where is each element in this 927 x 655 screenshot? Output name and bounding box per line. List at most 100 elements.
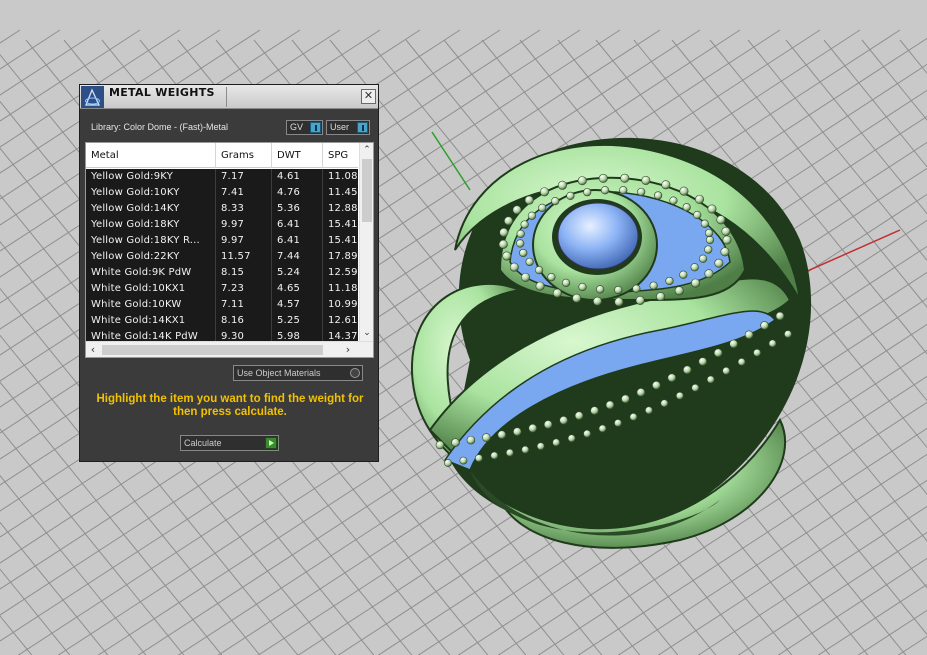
cell-dwt: 5.36 — [272, 201, 323, 217]
cell-spg: 11.08 — [323, 169, 363, 185]
cell-dwt: 5.24 — [272, 265, 323, 281]
pave-bead — [552, 288, 562, 298]
cell-metal: Yellow Gold:9KY — [86, 169, 216, 185]
grid-line — [0, 615, 33, 655]
column-header-spg[interactable]: SPG — [323, 143, 363, 168]
pave-bead — [660, 399, 669, 408]
pave-bead — [592, 296, 602, 306]
play-icon — [265, 437, 277, 449]
cell-spg: 12.61 — [323, 313, 363, 329]
pave-bead — [516, 239, 525, 248]
pave-bead — [600, 186, 610, 195]
gv-toggle-label: GV — [290, 122, 304, 132]
table-row[interactable]: White Gold:14KX1 8.16 5.25 12.61 — [86, 313, 363, 329]
panel-titlebar[interactable]: METAL WEIGHTS ✕ — [80, 85, 378, 109]
user-toggle[interactable]: User — [326, 120, 370, 135]
radio-icon[interactable] — [350, 368, 360, 378]
pave-bead — [435, 440, 445, 450]
pave-bead — [614, 285, 623, 295]
cell-spg: 17.89 — [323, 249, 363, 265]
cell-grams: 9.97 — [216, 233, 272, 249]
pave-bead — [713, 348, 723, 358]
use-object-materials-option[interactable]: Use Object Materials — [233, 365, 363, 381]
calculate-label: Calculate — [184, 438, 222, 448]
pave-bead — [700, 219, 709, 228]
pave-bead — [596, 285, 605, 294]
column-header-grams[interactable]: Grams — [216, 143, 272, 168]
horizontal-scroll-thumb[interactable] — [102, 345, 323, 355]
pave-bead — [535, 281, 545, 291]
pave-bead — [753, 348, 761, 357]
column-header-metal[interactable]: Metal — [86, 143, 216, 168]
horizontal-scrollbar[interactable]: ‹ › — [86, 341, 373, 357]
pave-bead — [661, 180, 671, 190]
table-row[interactable]: White Gold:10KW 7.11 4.57 10.99 — [86, 297, 363, 313]
column-header-dwt[interactable]: DWT — [272, 143, 323, 168]
chevron-left-icon[interactable]: ‹ — [86, 342, 100, 357]
table-row[interactable]: Yellow Gold:18KY 9.97 6.41 15.41 — [86, 217, 363, 233]
y-axis-line — [431, 131, 471, 191]
grid-line — [897, 635, 927, 655]
pave-bead — [621, 394, 630, 404]
cell-grams: 11.57 — [216, 249, 272, 265]
cell-spg: 15.41 — [323, 233, 363, 249]
pave-bead — [704, 269, 714, 279]
table-row[interactable]: Yellow Gold:18KY R... 9.97 6.41 15.41 — [86, 233, 363, 249]
use-object-materials-label: Use Object Materials — [237, 368, 321, 378]
pave-bead — [614, 419, 622, 427]
table-row[interactable]: White Gold:9K PdW 8.15 5.24 12.59 — [86, 265, 363, 281]
pave-bead — [682, 203, 691, 212]
table-row[interactable]: Yellow Gold:14KY 8.33 5.36 12.88 — [86, 201, 363, 217]
cell-dwt: 7.44 — [272, 249, 323, 265]
grid-line — [785, 39, 927, 215]
vertical-scroll-thumb[interactable] — [362, 159, 372, 222]
pave-bead — [552, 438, 561, 447]
pave-bead — [547, 273, 556, 282]
metal-weights-table[interactable]: Metal Grams DWT SPG Yellow Gold:9KY 7.17 4… — [85, 142, 374, 358]
pave-bead — [695, 194, 705, 204]
pave-bead — [636, 388, 646, 397]
cell-grams: 8.16 — [216, 313, 272, 329]
pave-bead — [691, 278, 701, 288]
cell-metal: Yellow Gold:14KY — [86, 201, 216, 217]
table-row[interactable]: Yellow Gold:9KY 7.17 4.61 11.08 — [86, 169, 363, 185]
pave-bead — [583, 429, 591, 438]
pave-bead — [693, 210, 702, 220]
pave-bead — [669, 196, 678, 205]
pave-bead — [656, 292, 666, 302]
pave-bead — [444, 459, 452, 467]
pave-bead — [645, 406, 653, 415]
pave-bead — [637, 187, 646, 197]
pave-bead — [632, 284, 641, 293]
close-icon[interactable]: ✕ — [361, 89, 376, 104]
toggle-icon — [357, 122, 368, 133]
pave-bead — [540, 187, 550, 197]
chevron-up-icon[interactable]: ⌃ — [360, 143, 373, 157]
table-row[interactable]: Yellow Gold:22KY 11.57 7.44 17.89 — [86, 249, 363, 265]
pave-bead — [675, 391, 684, 400]
calculate-button[interactable]: Calculate — [180, 435, 279, 451]
grid-line — [823, 39, 927, 168]
table-row[interactable]: Yellow Gold:10KY 7.41 4.76 11.45 — [86, 185, 363, 201]
pave-bead — [512, 205, 522, 215]
pave-bead — [572, 293, 582, 303]
gv-toggle[interactable]: GV — [286, 120, 323, 135]
pave-bead — [705, 235, 715, 245]
cell-spg: 12.59 — [323, 265, 363, 281]
chevron-right-icon[interactable]: › — [341, 342, 355, 357]
chevron-down-icon[interactable]: ⌄ — [360, 326, 373, 340]
vertical-scrollbar[interactable]: ⌃ ⌄ — [359, 143, 373, 341]
pave-bead — [775, 311, 785, 321]
cell-metal: Yellow Gold:18KY — [86, 217, 216, 233]
pave-bead — [459, 456, 468, 465]
pave-bead — [629, 413, 638, 421]
table-row[interactable]: White Gold:10KX1 7.23 4.65 11.18 — [86, 281, 363, 297]
pave-bead — [729, 339, 738, 349]
toggle-icon — [310, 122, 321, 133]
pave-bead — [598, 424, 607, 433]
pave-bead — [451, 438, 460, 447]
pave-bead — [768, 339, 777, 348]
panel-title: METAL WEIGHTS — [109, 86, 215, 99]
pave-bead — [674, 286, 684, 296]
pave-bead — [706, 375, 715, 384]
